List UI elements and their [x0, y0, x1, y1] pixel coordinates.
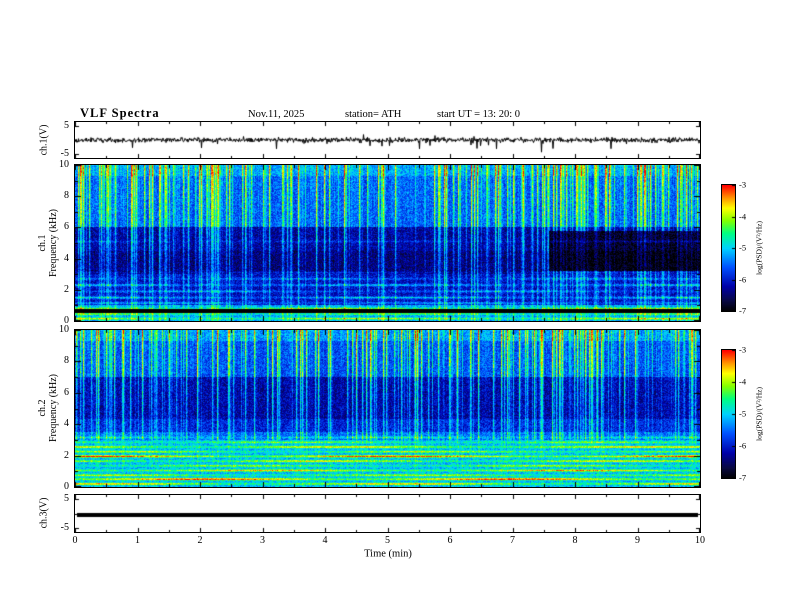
freq-tick-label: 2 — [64, 449, 69, 461]
start-ut-label: start UT = 13: 20: 0 — [437, 109, 521, 120]
colorbar1-title: log(PSD)/(V²/Hz) — [754, 221, 764, 275]
time-tick-label: 10 — [695, 535, 705, 546]
voltage-tick-label: 5 — [64, 493, 69, 505]
colorbar-tick-label: -3 — [739, 344, 747, 355]
ch2-spectrogram-panel — [74, 329, 701, 488]
freq-tick-label: 8 — [64, 355, 69, 367]
ch3-voltage-axis-label: ch.3(V) — [38, 497, 50, 529]
vlf-spectra-figure: VLF Spectra Nov.11, 2025 station= ATH st… — [0, 0, 792, 612]
time-tick-label: 1 — [135, 535, 140, 546]
ch2-colorbar — [721, 349, 736, 479]
time-tick-label: 7 — [510, 535, 515, 546]
time-tick-label: 9 — [635, 535, 640, 546]
figure-title: VLF Spectra — [80, 106, 160, 120]
colorbar-tick-label: -6 — [739, 440, 747, 451]
ch2-frequency-axis-label: ch.2 Frequency (kHz) — [37, 374, 59, 442]
ch3-waveform-panel — [74, 494, 701, 533]
freq-tick-label: 6 — [64, 221, 69, 233]
freq-tick-label: 6 — [64, 386, 69, 398]
axis-label-line: ch.2 — [37, 399, 48, 417]
time-tick-label: 5 — [385, 535, 390, 546]
colorbar-tick-label: -7 — [739, 305, 747, 316]
time-tick-label: 0 — [72, 535, 78, 546]
voltage-tick-label: 5 — [64, 120, 69, 132]
time-tick-label: 4 — [322, 535, 328, 546]
voltage-tick-label: -5 — [60, 147, 69, 159]
ch1-waveform-panel — [74, 121, 701, 159]
colorbar-tick-label: -7 — [739, 472, 747, 483]
figure-date: Nov.11, 2025 — [248, 109, 305, 120]
time-tick-label: 2 — [197, 535, 203, 546]
freq-tick-label: 8 — [64, 190, 69, 202]
time-axis-title: Time (min) — [364, 548, 412, 560]
ch1-colorbar — [721, 184, 736, 312]
colorbar-tick-label: -3 — [739, 179, 747, 190]
ch1-spectrogram-panel — [74, 164, 701, 322]
colorbar-tick-label: -4 — [739, 211, 747, 221]
colorbar-tick-label: -6 — [739, 274, 747, 284]
freq-tick-label: 2 — [64, 283, 69, 295]
freq-tick-label: 4 — [64, 252, 69, 264]
axis-label-line: Frequency (kHz) — [48, 373, 59, 443]
freq-tick-label: 0 — [64, 481, 69, 492]
time-tick-label: 3 — [260, 535, 265, 546]
colorbar2-title: log(PSD)/(V²/Hz) — [754, 387, 764, 441]
colorbar-tick-label: -5 — [739, 408, 747, 419]
axis-label-line: Frequency (kHz) — [48, 208, 59, 278]
colorbar-tick-label: -4 — [739, 376, 747, 387]
ch1-frequency-axis-label: ch.1 Frequency (kHz) — [37, 209, 59, 277]
freq-tick-label: 10 — [59, 324, 69, 335]
freq-tick-label: 10 — [59, 159, 69, 170]
axis-label-line: ch.1 — [37, 234, 48, 252]
time-tick-label: 8 — [572, 535, 578, 546]
station-label: station= ATH — [345, 109, 402, 120]
colorbar-tick-label: -5 — [739, 242, 747, 253]
ch1-voltage-axis-label: ch.1(V) — [38, 124, 50, 156]
voltage-tick-label: -5 — [60, 521, 69, 533]
freq-tick-label: 4 — [64, 418, 69, 430]
time-tick-label: 6 — [447, 535, 453, 546]
